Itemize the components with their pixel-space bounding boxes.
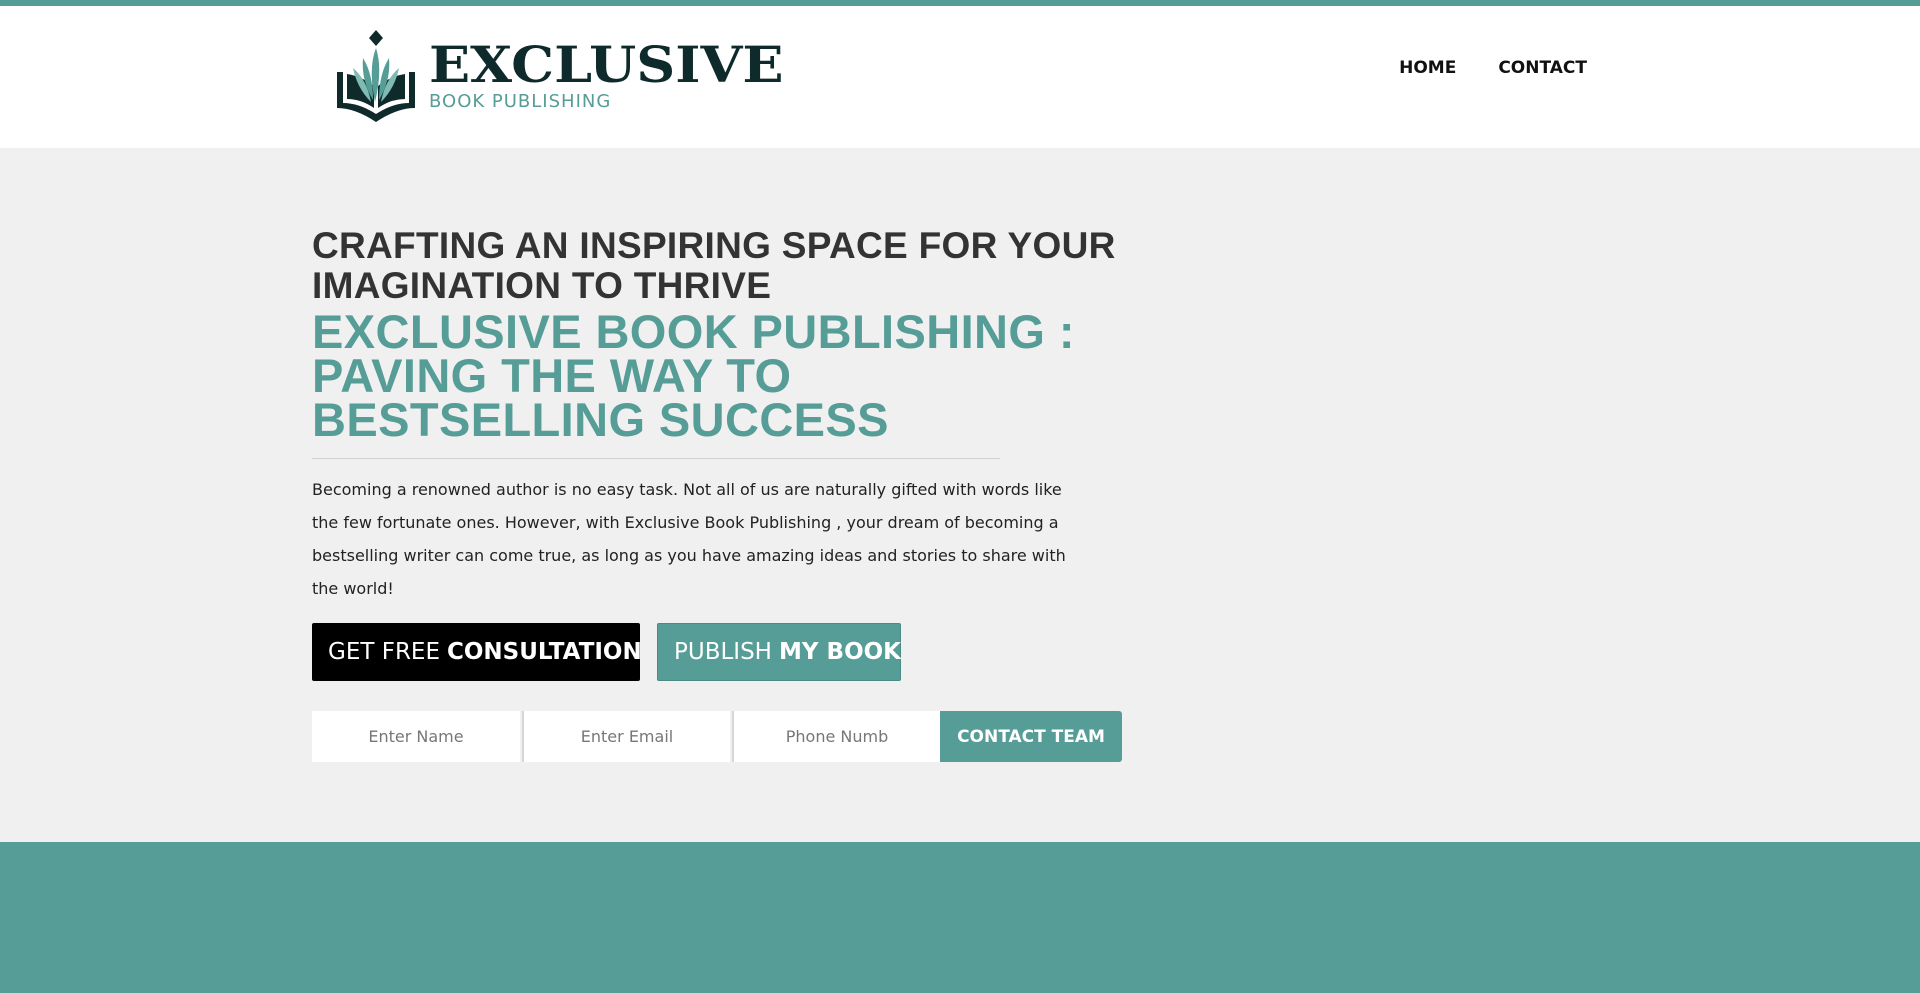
publish-button-light: PUBLISH [674, 639, 772, 665]
hero-description: Becoming a renowned author is no easy ta… [312, 480, 1066, 598]
publish-button-bold: MY BOOK [778, 639, 901, 665]
hero-section: CRAFTING AN INSPIRING SPACE FOR YOUR IMA… [312, 226, 1122, 605]
contact-team-button[interactable]: CONTACT TEAM [940, 711, 1122, 762]
consult-button-light: GET FREE [328, 639, 440, 665]
hero-heading: EXCLUSIVE BOOK PUBLISHING : PAVING THE W… [312, 305, 1075, 446]
publish-my-book-button[interactable]: PUBLISH MY BOOK [657, 623, 901, 681]
book-logo-icon [337, 30, 415, 122]
logo-text: EXCLUSIVE BOOK PUBLISHING [429, 39, 784, 113]
contact-form: CONTACT TEAM [312, 711, 1122, 762]
nav-item-home[interactable]: HOME [1399, 58, 1456, 78]
name-input[interactable] [312, 711, 520, 762]
footer-band [0, 842, 1920, 993]
nav-item-contact[interactable]: CONTACT [1498, 58, 1587, 78]
cta-buttons: GET FREE CONSULTATION PUBLISH MY BOOK [312, 623, 901, 681]
main-nav: HOME CONTACT [1399, 58, 1587, 78]
hero-divider [312, 458, 1000, 459]
brand-tagline: BOOK PUBLISHING [429, 91, 612, 112]
consult-button-bold: CONSULTATION [447, 639, 642, 665]
email-input[interactable] [522, 711, 730, 762]
phone-input[interactable] [732, 711, 940, 762]
site-header: EXCLUSIVE BOOK PUBLISHING HOME CONTACT [0, 6, 1920, 148]
hero-subheading: CRAFTING AN INSPIRING SPACE FOR YOUR IMA… [312, 225, 1116, 306]
get-free-consultation-button[interactable]: GET FREE CONSULTATION [312, 623, 642, 681]
brand-name: EXCLUSIVE [429, 35, 784, 94]
site-logo[interactable]: EXCLUSIVE BOOK PUBLISHING [333, 28, 784, 124]
